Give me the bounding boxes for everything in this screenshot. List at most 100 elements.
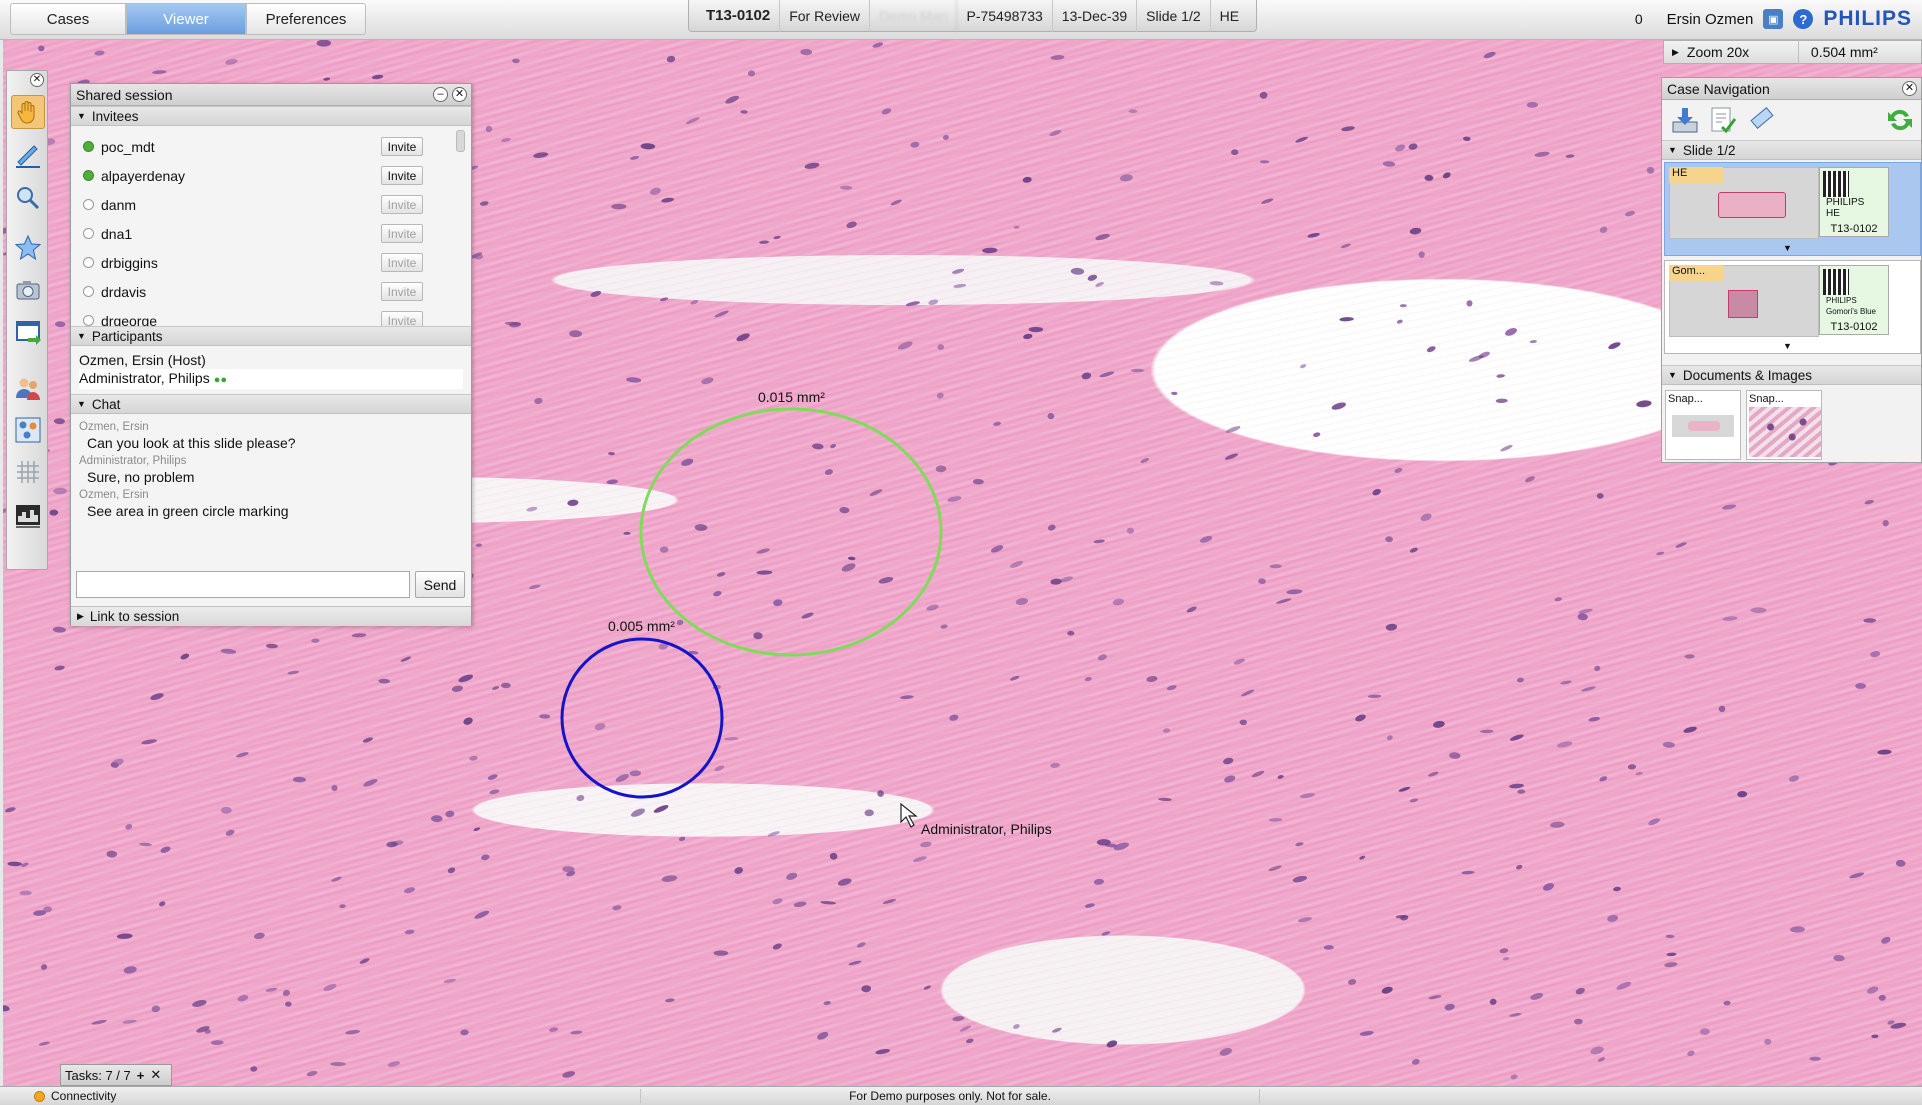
close-tasks-icon[interactable]: ✕ (150, 1067, 161, 1083)
image-adjust-icon[interactable] (11, 499, 45, 533)
download-tray-icon[interactable] (1670, 105, 1700, 135)
connectivity-dot-icon (34, 1090, 45, 1102)
snapshot-thumbnail[interactable]: Snap... (1746, 390, 1822, 460)
presence-status-icon (83, 228, 94, 239)
annotate-pen-icon[interactable] (11, 137, 45, 171)
collapse-triangle-icon: ▼ (77, 111, 86, 121)
close-icon[interactable]: ✕ (452, 87, 467, 102)
blue-circle-annotation[interactable] (560, 637, 724, 799)
link-to-session-header[interactable]: ▶ Link to session (71, 606, 471, 626)
chat-label: Chat (91, 396, 121, 412)
participant-host[interactable]: Ozmen, Ersin (Host) (79, 351, 463, 369)
collaboration-users-icon[interactable] (11, 371, 45, 405)
invitees-header[interactable]: ▼ Invitees (71, 106, 471, 126)
tab-viewer[interactable]: Viewer (126, 3, 246, 35)
invite-button[interactable]: Invite (381, 224, 423, 243)
snapshot-label: Snap... (1668, 393, 1703, 405)
collapse-triangle-icon: ▼ (1668, 145, 1677, 155)
slide-indicator: Slide 1/2 (1137, 0, 1211, 32)
invitee-row[interactable]: drdavis Invite (71, 277, 471, 306)
patient-id: P-75498733 (957, 0, 1053, 32)
invitee-name: danm (101, 196, 137, 213)
chevron-down-icon[interactable]: ▼ (1783, 341, 1792, 351)
magnifier-icon[interactable] (11, 181, 45, 215)
monitor-icon[interactable]: ▣ (1763, 9, 1784, 29)
bookmark-star-icon[interactable] (11, 231, 45, 265)
grid-overlay-icon[interactable] (11, 455, 45, 489)
invite-button[interactable]: Invite (381, 195, 423, 214)
user-name[interactable]: Ersin Ozmen (1667, 11, 1754, 28)
qr-code-icon (1823, 171, 1849, 197)
snapshot-thumbnail[interactable]: Snap... (1665, 390, 1741, 460)
camera-snapshot-icon[interactable] (11, 273, 45, 307)
invite-button[interactable]: Invite (381, 137, 423, 156)
invite-button[interactable]: Invite (381, 311, 423, 326)
tab-preferences[interactable]: Preferences (246, 3, 366, 35)
zoom-level: Zoom 20x (1687, 40, 1799, 64)
slide-stain-label: HE (1669, 167, 1723, 183)
tasks-label: Tasks: 7 / 7 (65, 1067, 131, 1083)
invitee-row[interactable]: drbiggins Invite (71, 248, 471, 277)
invitee-row[interactable]: dna1 Invite (71, 219, 471, 248)
chevron-down-icon[interactable]: ▼ (1783, 243, 1792, 253)
cell-counter-icon[interactable] (11, 413, 45, 447)
review-checklist-icon[interactable] (1708, 105, 1738, 135)
slide-label-icon[interactable] (1746, 105, 1776, 135)
shared-session-title-bar: Shared session – ✕ (71, 84, 471, 106)
pan-hand-icon[interactable] (11, 95, 45, 129)
invite-button[interactable]: Invite (381, 253, 423, 272)
invite-button[interactable]: Invite (381, 166, 423, 185)
zoom-info-bar[interactable]: ▶ Zoom 20x 0.504 mm² (1663, 40, 1922, 64)
invitee-name: drgeorge (101, 312, 158, 327)
green-ellipse-annotation[interactable] (639, 407, 943, 657)
case-navigation-title: Case Navigation (1667, 80, 1770, 97)
presence-status-icon (83, 141, 94, 152)
top-bar: Cases Viewer Preferences T13-0102 For Re… (0, 0, 1922, 40)
shared-session-panel: Shared session – ✕ ▼ Invitees poc_mdt Inv… (70, 83, 472, 626)
slides-section-header[interactable]: ▼ Slide 1/2 (1662, 140, 1921, 160)
invite-button[interactable]: Invite (381, 282, 423, 301)
participant-row[interactable]: Administrator, Philips ●● (79, 369, 463, 389)
barcode-id: T13-0102 (1830, 321, 1878, 333)
send-button[interactable]: Send (415, 571, 465, 598)
minimize-icon[interactable]: – (433, 87, 448, 102)
header-right: 0 Ersin Ozmen ▣ ? PHILIPS (1635, 0, 1912, 38)
tasks-bar: Tasks: 7 / 7 + ✕ (60, 1064, 172, 1086)
chat-input[interactable] (76, 571, 410, 598)
slide-thumbnail-he[interactable]: HE PHILIPS HE T13-0102 ▼ (1664, 162, 1921, 256)
barcode-stain: Gomori's Blue (1826, 307, 1876, 316)
barcode-brand: PHILIPS (1826, 296, 1857, 305)
connectivity-label: Connectivity (51, 1089, 117, 1103)
collapse-triangle-icon: ▼ (77, 399, 86, 409)
case-id: T13-0102 (697, 0, 781, 32)
invitee-name: poc_mdt (101, 138, 155, 155)
invitee-name: drbiggins (101, 254, 158, 271)
case-navigation-title-bar: Case Navigation ✕ (1662, 78, 1921, 100)
export-window-icon[interactable] (11, 315, 45, 349)
participants-header[interactable]: ▼ Participants (71, 326, 471, 346)
case-status: For Review (780, 0, 871, 32)
documents-section-header[interactable]: ▼ Documents & Images (1662, 365, 1921, 385)
chat-header[interactable]: ▼ Chat (71, 394, 471, 414)
left-toolbar: ✕ (6, 70, 48, 570)
remote-cursor-icon (900, 802, 918, 828)
close-icon[interactable]: ✕ (1902, 81, 1917, 96)
connectivity-status[interactable]: Connectivity (34, 1089, 116, 1103)
case-date: 13-Dec-39 (1053, 0, 1138, 32)
invitee-row[interactable]: poc_mdt Invite (71, 132, 471, 161)
add-task-icon[interactable]: + (137, 1068, 145, 1083)
invitee-row[interactable]: danm Invite (71, 190, 471, 219)
brand-logo: PHILIPS (1823, 7, 1912, 30)
invitee-row[interactable]: alpayerdenay Invite (71, 161, 471, 190)
chat-input-row: Send (76, 571, 465, 598)
toolbar-close-icon[interactable]: ✕ (30, 73, 44, 87)
help-icon[interactable]: ? (1793, 9, 1814, 29)
main-tabs: Cases Viewer Preferences (10, 3, 366, 35)
demo-notice: For Demo purposes only. Not for sale. (640, 1089, 1260, 1103)
invitee-row[interactable]: drgeorge Invite (71, 306, 471, 326)
slide-thumbnail-gomori[interactable]: Gom... PHILIPS Gomori's Blue T13-0102 ▼ (1664, 260, 1921, 354)
tab-cases[interactable]: Cases (10, 3, 126, 35)
refresh-sync-icon[interactable] (1885, 105, 1915, 135)
presence-status-icon (83, 170, 94, 181)
invitee-name: drdavis (101, 283, 147, 300)
